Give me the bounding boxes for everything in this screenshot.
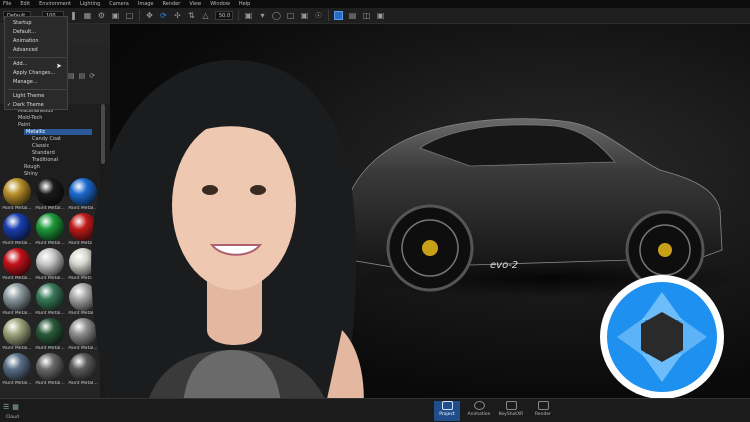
move-icon[interactable]: ✥	[145, 11, 154, 20]
grid-icon[interactable]: ▦	[83, 11, 92, 20]
light-icon[interactable]: ☉	[314, 11, 323, 20]
menu-render[interactable]: Render	[163, 0, 181, 8]
keyshotxr-icon	[505, 401, 517, 410]
toolbar-divider	[238, 10, 239, 21]
list-icon[interactable]: ☰	[3, 403, 9, 411]
project-icon	[441, 401, 453, 410]
toolbar-divider	[328, 10, 329, 21]
render-button[interactable]: Render	[530, 401, 556, 421]
screenshot-icon[interactable]: ▣	[300, 11, 309, 20]
toolbar-divider	[139, 10, 140, 21]
render-icon	[537, 401, 549, 410]
menu-help[interactable]: Help	[239, 0, 250, 8]
menu-file[interactable]: File	[3, 0, 11, 8]
animation-icon	[473, 401, 485, 410]
car-badge-text: evo-2	[490, 260, 518, 271]
lock-icon[interactable]: □	[286, 11, 295, 20]
menu-item-startup[interactable]: Startup	[13, 20, 32, 26]
main-toolbar: Default 100 % ❚ ▦ ⚙ ▣ □ ✥ ⟳ ✢ ⇅ △ 50.0 ▣…	[0, 8, 750, 28]
menu-environment[interactable]: Environment	[39, 0, 71, 8]
dolly-icon[interactable]: ⇅	[187, 11, 196, 20]
menu-lighting[interactable]: Lighting	[80, 0, 100, 8]
project-label: Project	[439, 412, 455, 417]
gear-icon[interactable]: ⚙	[97, 11, 106, 20]
bottom-toolbar: ☰ ▦ Cloud Project Animation KeyShotXR Re…	[0, 398, 750, 422]
bottom-left-tools: ☰ ▦	[3, 403, 19, 411]
presenter-photo	[91, 60, 364, 422]
check-icon: ✓	[7, 102, 12, 108]
menu-camera[interactable]: Camera	[109, 0, 129, 8]
menu-image[interactable]: Image	[138, 0, 154, 8]
grid-view-icon[interactable]: ▦	[12, 403, 19, 411]
value-field[interactable]: 50.0	[215, 11, 233, 20]
pan-icon[interactable]: ✢	[173, 11, 182, 20]
keyshotxr-label: KeyShotXR	[498, 412, 524, 417]
animation-button[interactable]: Animation	[466, 401, 492, 421]
view-icon[interactable]: ◯	[272, 11, 281, 20]
split-icon[interactable]: ◫	[362, 11, 371, 20]
keyshotxr-button[interactable]: KeyShotXR	[498, 401, 524, 421]
animation-label: Animation	[467, 412, 491, 417]
camera-icon[interactable]: ▣	[244, 11, 253, 20]
render-label: Render	[534, 412, 552, 417]
crop-icon[interactable]: □	[125, 11, 134, 20]
menu-window[interactable]: Window	[210, 0, 230, 8]
fov-icon[interactable]: △	[201, 11, 210, 20]
project-button[interactable]: Project	[434, 401, 460, 421]
rotate-icon[interactable]: ⟳	[159, 11, 168, 20]
render-region-icon[interactable]	[334, 11, 343, 20]
window-icon[interactable]: ▣	[376, 11, 385, 20]
layout-icon[interactable]: ▤	[348, 11, 357, 20]
cloud-label[interactable]: Cloud	[6, 415, 19, 420]
image-icon[interactable]: ▣	[111, 11, 120, 20]
menu-view[interactable]: View	[189, 0, 201, 8]
pause-icon[interactable]: ❚	[69, 11, 78, 20]
menu-edit[interactable]: Edit	[20, 0, 30, 8]
keyshot-logo	[600, 275, 724, 399]
menu-bar: File Edit Environment Lighting Camera Im…	[0, 0, 750, 8]
chevron-down-icon[interactable]: ▾	[258, 11, 267, 20]
